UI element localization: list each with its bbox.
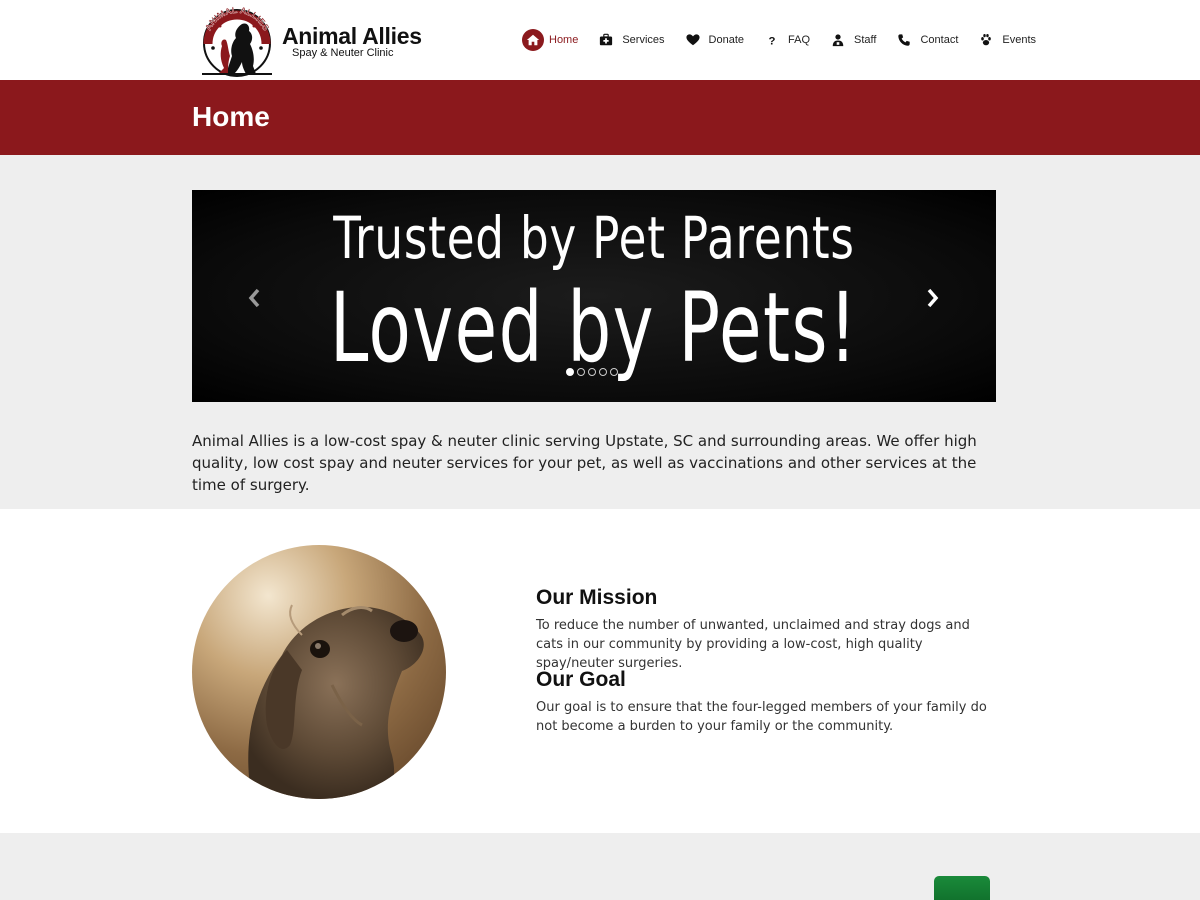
nav-item-donate[interactable]: Donate	[682, 28, 744, 52]
nav-item-staff[interactable]: Staff	[827, 28, 876, 52]
heart-icon	[682, 29, 704, 51]
nav-item-faq[interactable]: ? FAQ	[761, 28, 810, 52]
slider-dot-1[interactable]	[566, 368, 574, 376]
slider-pagination	[566, 368, 621, 376]
nav-label-events: Events	[1002, 34, 1037, 46]
paw-icon	[975, 29, 997, 51]
nav-label-staff: Staff	[854, 34, 877, 46]
nav-label-contact: Contact	[920, 34, 959, 46]
slider-prev-button[interactable]	[244, 286, 264, 310]
mission-heading: Our Mission	[536, 586, 658, 609]
mission-block: Our Mission To reduce the number of unwa…	[536, 586, 996, 673]
medical-kit-icon	[595, 29, 617, 51]
slider-dot-3[interactable]	[588, 368, 596, 376]
main-nav: Home Services Donate ? FAQ Staff Contact…	[522, 28, 1036, 52]
site-logo[interactable]: ANIMAL ALLIES Animal Allies Spay & Neute…	[198, 4, 428, 78]
page-title: Home	[192, 101, 270, 132]
page-title-bar: Home	[0, 80, 1200, 155]
logo-title: Animal Allies	[282, 23, 422, 49]
logo-emblem-icon: ANIMAL ALLIES	[202, 5, 272, 77]
bottom-section	[0, 833, 1200, 900]
home-icon	[522, 29, 544, 51]
nav-label-donate: Donate	[708, 34, 745, 46]
nav-item-services[interactable]: Services	[595, 28, 665, 52]
intro-paragraph: Animal Allies is a low-cost spay & neute…	[192, 432, 977, 494]
green-action-button[interactable]	[934, 876, 990, 900]
nav-label-home: Home	[549, 34, 579, 46]
slider-dot-2[interactable]	[577, 368, 585, 376]
goal-block: Our Goal Our goal is to ensure that the …	[536, 668, 996, 736]
dog-photo	[192, 545, 446, 799]
svg-text:?: ?	[769, 35, 776, 47]
chevron-left-icon	[248, 288, 260, 308]
nav-item-home[interactable]: Home	[522, 28, 578, 52]
chevron-right-icon	[927, 288, 939, 308]
slider-next-button[interactable]	[923, 286, 943, 310]
goal-heading: Our Goal	[536, 668, 626, 691]
hero-slider[interactable]: Trusted by Pet Parents Loved by Pets!	[192, 190, 996, 402]
intro-section: Trusted by Pet Parents Loved by Pets! An…	[0, 155, 1200, 509]
nav-label-faq: FAQ	[788, 34, 811, 46]
nav-item-events[interactable]: Events	[975, 28, 1036, 52]
slide-headline-line1: Trusted by Pet Parents	[333, 204, 855, 272]
logo-subtitle: Spay & Neuter Clinic	[292, 47, 394, 59]
slider-dot-4[interactable]	[599, 368, 607, 376]
question-icon: ?	[761, 29, 783, 51]
site-header: ANIMAL ALLIES Animal Allies Spay & Neute…	[0, 0, 1200, 80]
staff-person-icon	[827, 29, 849, 51]
nav-item-contact[interactable]: Contact	[893, 28, 958, 52]
phone-icon	[893, 29, 915, 51]
goal-text: Our goal is to ensure that the four-legg…	[536, 700, 987, 734]
mission-section: Our Mission To reduce the number of unwa…	[0, 509, 1200, 833]
slider-dot-5[interactable]	[610, 368, 618, 376]
nav-label-services: Services	[622, 34, 665, 46]
mission-text: To reduce the number of unwanted, unclai…	[536, 618, 970, 671]
